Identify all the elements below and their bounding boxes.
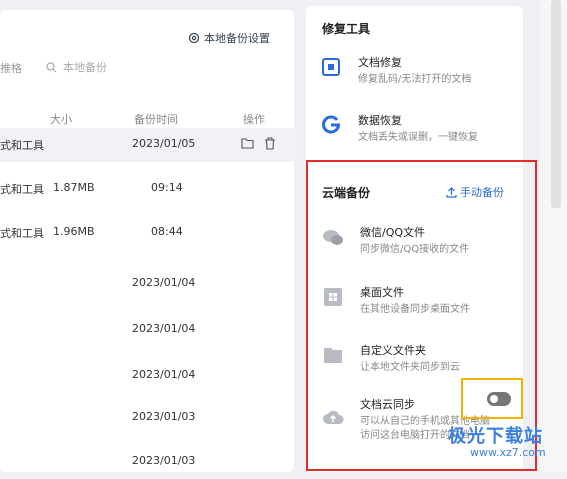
manual-backup-label: 手动备份	[460, 186, 504, 199]
row-time: 08:44	[151, 225, 183, 238]
row-time: 2023/01/04	[132, 322, 196, 335]
row-size: 1.96MB	[53, 225, 95, 238]
tool-desc: 同步微信/QQ接收的文件	[360, 244, 470, 255]
tool-title: 自定义文件夹	[360, 344, 426, 357]
watermark-url: www.xz7.com	[470, 446, 546, 459]
row-time: 2023/01/03	[132, 454, 196, 467]
row-time: 2023/01/03	[132, 410, 196, 423]
tab-label[interactable]: 推格	[0, 60, 22, 76]
column-size: 大小	[50, 113, 72, 126]
wechat-icon	[323, 230, 343, 245]
background-window	[540, 0, 567, 472]
tools-panel: 修复工具 文档修复 修复乱码/无法打开的文档 数据恢复 文档丢失或误删，一键恢复…	[306, 6, 537, 472]
watermark-brand: 极光下载站	[448, 426, 543, 447]
data-recovery-item[interactable]: 数据恢复 文档丢失或误删，一键恢复	[320, 112, 515, 152]
tool-title: 文档云同步	[360, 398, 415, 411]
tool-title: 文档修复	[358, 56, 402, 69]
folder-icon[interactable]	[241, 137, 254, 149]
local-backup-settings-link[interactable]: 本地备份设置	[188, 30, 270, 46]
trash-icon[interactable]	[264, 137, 276, 150]
column-action: 操作	[243, 113, 265, 126]
doc-sync-toggle[interactable]	[487, 392, 511, 406]
table-row[interactable]: 2023/01/04	[0, 313, 294, 347]
column-backup-time: 备份时间	[134, 113, 178, 126]
manual-backup-button[interactable]: 手动备份	[446, 184, 504, 200]
tool-desc: 修复乱码/无法打开的文档	[358, 74, 472, 85]
row-name: 式和工具	[0, 183, 44, 196]
tool-desc: 让本地文件夹同步到云	[360, 362, 460, 373]
tool-title: 桌面文件	[360, 286, 404, 299]
table-row[interactable]: 式和工具 2023/01/05	[0, 128, 294, 162]
toggle-highlight	[461, 378, 523, 419]
tool-title: 微信/QQ文件	[360, 226, 426, 239]
row-name: 式和工具	[0, 227, 44, 240]
row-time: 2023/01/04	[132, 276, 196, 289]
table-row[interactable]: 式和工具 1.87MB 09:14	[0, 172, 294, 206]
cloud-backup-title: 云端备份	[322, 186, 371, 200]
cloud-upload-icon	[323, 410, 344, 424]
row-size: 1.87MB	[53, 181, 95, 194]
tool-desc: 文档丢失或误删，一键恢复	[358, 132, 478, 143]
settings-label: 本地备份设置	[204, 32, 270, 45]
upload-icon	[446, 186, 457, 198]
table-row[interactable]: 2023/01/03	[0, 445, 294, 479]
search-icon	[46, 61, 57, 72]
cloud-item-desktop[interactable]: 桌面文件 在其他设备同步桌面文件	[322, 284, 517, 324]
tool-title: 数据恢复	[358, 114, 402, 127]
cloud-item-wechat[interactable]: 微信/QQ文件 同步微信/QQ接收的文件	[322, 224, 517, 264]
folder-icon	[324, 348, 342, 363]
tool-desc: 在其他设备同步桌面文件	[360, 304, 470, 315]
row-time: 2023/01/04	[132, 368, 196, 381]
search-placeholder: 本地备份	[63, 61, 107, 74]
doc-repair-item[interactable]: 文档修复 修复乱码/无法打开的文档	[320, 54, 515, 94]
local-backup-panel: 本地备份设置 推格 本地备份 大小 备份时间 操作 式和工具 2023/01/0…	[0, 10, 294, 472]
table-row[interactable]: 2023/01/04	[0, 359, 294, 393]
table-row[interactable]: 2023/01/04	[0, 267, 294, 301]
gear-icon	[188, 32, 200, 44]
search-input[interactable]: 本地备份	[46, 59, 107, 75]
row-time: 09:14	[151, 181, 183, 194]
table-row[interactable]: 式和工具 1.96MB 08:44	[0, 216, 294, 250]
scrollbar[interactable]	[551, 0, 561, 208]
toggle-knob	[490, 395, 498, 403]
data-recovery-icon	[322, 115, 341, 134]
desktop-icon	[324, 288, 342, 306]
repair-tools-title: 修复工具	[322, 22, 371, 36]
row-name: 式和工具	[0, 139, 44, 152]
doc-repair-icon	[322, 58, 340, 76]
row-time: 2023/01/05	[132, 137, 196, 150]
cloud-item-custom-folder[interactable]: 自定义文件夹 让本地文件夹同步到云	[322, 342, 517, 382]
table-row[interactable]: 2023/01/03	[0, 401, 294, 435]
